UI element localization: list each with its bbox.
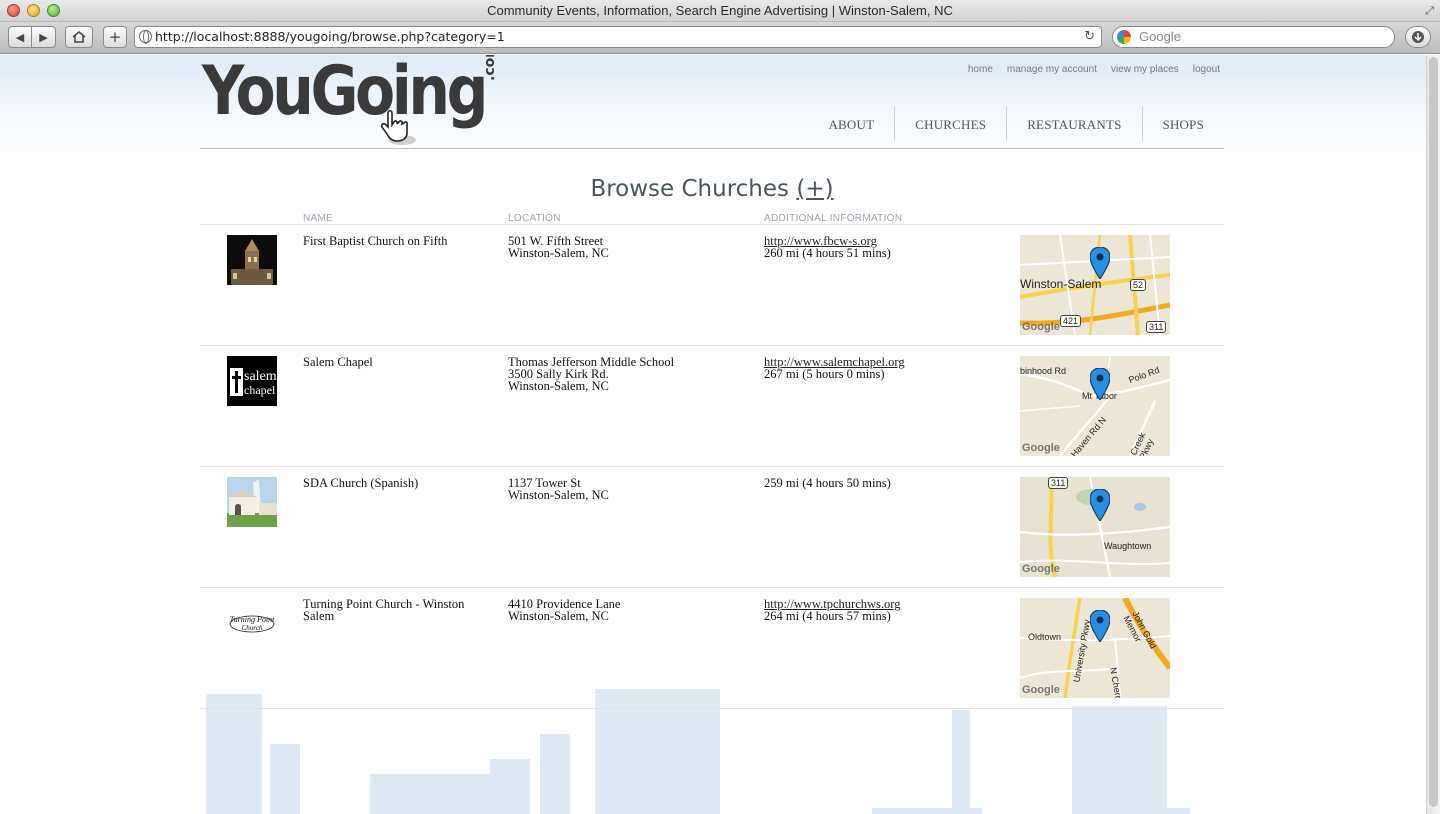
map-place-label: Oldtown xyxy=(1028,632,1062,642)
listing-info: http://www.fbcw-s.org 260 mi (4 hours 51… xyxy=(764,235,994,260)
browser-toolbar: ◀ ▶ + http://localhost:8888/yougoing/bro… xyxy=(0,22,1440,54)
page-title: Browse Churches (+) xyxy=(200,176,1224,202)
map-road-label: binhood Rd xyxy=(1020,366,1067,376)
map-route-shield: 52 xyxy=(1130,279,1147,291)
fullscreen-icon[interactable]: ⤢ xyxy=(1425,4,1434,18)
church-thumbnail[interactable]: Turning Point Church xyxy=(227,598,277,648)
window-titlebar: Community Events, Information, Search En… xyxy=(0,0,1440,22)
google-watermark: Google xyxy=(1022,684,1060,696)
list-item: salem chapel Salem Chapel Thomas Jeffers… xyxy=(200,346,1224,467)
address-line: Winston-Salem, NC xyxy=(508,488,609,502)
nav-shops[interactable]: SHOPS xyxy=(1141,107,1224,141)
distance-text: 260 mi (4 hours 51 mins) xyxy=(764,246,891,260)
vertical-scrollbar[interactable] xyxy=(1426,55,1440,814)
view-places-link[interactable]: view my places xyxy=(1111,64,1179,75)
address-line: Winston-Salem, NC xyxy=(508,246,609,260)
map-route-shield: 311 xyxy=(1048,477,1069,489)
page-title-text: Browse Churches xyxy=(590,176,790,202)
google-watermark: Google xyxy=(1022,321,1060,333)
church-thumbnail[interactable]: salem chapel xyxy=(227,356,277,406)
forward-button[interactable]: ▶ xyxy=(32,26,56,48)
address-text: http://localhost:8888/yougoing/browse.ph… xyxy=(155,29,505,44)
column-header-location: LOCATION xyxy=(508,213,561,224)
nav-churches[interactable]: CHURCHES xyxy=(894,107,1006,141)
pointer-hand-icon xyxy=(380,109,416,145)
download-icon xyxy=(1412,31,1424,43)
logo-lettering: Turning Point xyxy=(230,615,275,624)
church-thumbnail[interactable] xyxy=(227,235,277,285)
header-divider xyxy=(200,148,1224,149)
add-bookmark-button[interactable]: + xyxy=(103,26,127,48)
location-map[interactable]: Waughtown 311 Google xyxy=(1020,477,1170,577)
home-icon xyxy=(72,31,86,43)
listing-name[interactable]: First Baptist Church on Fifth xyxy=(303,235,488,248)
scrollbar-thumb[interactable] xyxy=(1429,57,1438,807)
manage-account-link[interactable]: manage my account xyxy=(1007,64,1097,75)
turning-point-logo-image: Turning Point Church xyxy=(227,598,277,648)
map-route-shield: 311 xyxy=(1146,321,1167,333)
search-input[interactable]: Google xyxy=(1112,26,1395,48)
map-place-label: Waughtown xyxy=(1104,541,1152,551)
home-link[interactable]: home xyxy=(968,64,993,75)
address-bar[interactable]: http://localhost:8888/yougoing/browse.ph… xyxy=(134,26,1102,48)
google-watermark: Google xyxy=(1022,442,1060,454)
nav-about[interactable]: ABOUT xyxy=(808,107,894,141)
column-header-info: ADDITIONAL INFORMATION xyxy=(764,213,903,224)
location-map[interactable]: Mt Tabor Polo Rd Haven Rd N Creek Pkwy b… xyxy=(1020,356,1170,456)
map-place-label: Winston-Salem xyxy=(1020,277,1102,291)
listing-location: 501 W. Fifth Street Winston-Salem, NC xyxy=(508,235,748,260)
utility-links: home manage my account view my places lo… xyxy=(968,64,1220,75)
listing-name[interactable]: Salem Chapel xyxy=(303,356,488,369)
logo-lettering: chapel xyxy=(244,383,276,397)
location-map[interactable]: Oldtown University Pkwy John Gold Memor … xyxy=(1020,598,1170,698)
reload-icon[interactable]: ↻ xyxy=(1084,27,1095,47)
logo-lettering: Church xyxy=(242,624,263,632)
content-container: YouGoing .com home manage my account vie… xyxy=(200,55,1224,814)
distance-text: 259 mi (4 hours 50 mins) xyxy=(764,476,891,490)
listing-info: 259 mi (4 hours 50 mins) xyxy=(764,476,994,490)
address-line: Winston-Salem, NC xyxy=(508,379,609,393)
list-item: Turning Point Church Turning Point Churc… xyxy=(200,588,1224,709)
location-map[interactable]: Winston-Salem 52 421 311 Google xyxy=(1020,235,1170,335)
list-item: First Baptist Church on Fifth 501 W. Fif… xyxy=(200,225,1224,346)
home-button[interactable] xyxy=(65,26,93,48)
back-button[interactable]: ◀ xyxy=(8,26,32,48)
listing-name[interactable]: Turning Point Church - Winston Salem xyxy=(303,598,488,623)
listing-name[interactable]: SDA Church (Spanish) xyxy=(303,477,488,490)
listing-location: 4410 Providence Lane Winston-Salem, NC xyxy=(508,598,748,623)
listing-location: 1137 Tower St Winston-Salem, NC xyxy=(508,477,748,502)
church-photo-image xyxy=(227,477,277,527)
google-search-icon xyxy=(1117,30,1131,44)
address-line: Winston-Salem, NC xyxy=(508,609,609,623)
map-pin-icon xyxy=(1090,489,1110,521)
nav-restaurants[interactable]: RESTAURANTS xyxy=(1006,107,1141,141)
logout-link[interactable]: logout xyxy=(1193,64,1220,75)
church-thumbnail[interactable] xyxy=(227,477,277,527)
map-pin-icon xyxy=(1090,368,1110,400)
logo-suffix: .com xyxy=(482,55,498,81)
listing-info: http://www.tpchurchws.org 264 mi (4 hour… xyxy=(764,598,994,623)
listing-location: Thomas Jefferson Middle School 3500 Sall… xyxy=(508,356,748,393)
distance-text: 264 mi (4 hours 57 mins) xyxy=(764,609,891,623)
search-placeholder: Google xyxy=(1139,29,1181,44)
salem-chapel-logo-image: salem chapel xyxy=(227,356,277,406)
map-route-shield: 421 xyxy=(1060,315,1082,327)
church-photo-image xyxy=(227,235,277,285)
listing-info: http://www.salemchapel.org 267 mi (5 hou… xyxy=(764,356,994,381)
logo-text: YouGoing xyxy=(202,55,488,131)
window-title: Community Events, Information, Search En… xyxy=(487,3,953,18)
list-item: SDA Church (Spanish) 1137 Tower St Winst… xyxy=(200,467,1224,588)
distance-text: 267 mi (5 hours 0 mins) xyxy=(764,367,885,381)
globe-icon xyxy=(139,30,152,44)
main-nav: ABOUT CHURCHES RESTAURANTS SHOPS xyxy=(808,107,1224,141)
google-watermark: Google xyxy=(1022,563,1060,575)
map-pin-icon xyxy=(1090,247,1110,279)
logo-lettering: salem xyxy=(244,369,277,384)
yougoing-logo[interactable]: YouGoing .com xyxy=(202,55,502,147)
map-pin-icon xyxy=(1090,610,1110,642)
downloads-button[interactable] xyxy=(1405,26,1431,48)
page-viewport: YouGoing .com home manage my account vie… xyxy=(0,55,1426,814)
add-church-link[interactable]: (+) xyxy=(796,176,833,202)
column-header-name: NAME xyxy=(303,213,334,224)
